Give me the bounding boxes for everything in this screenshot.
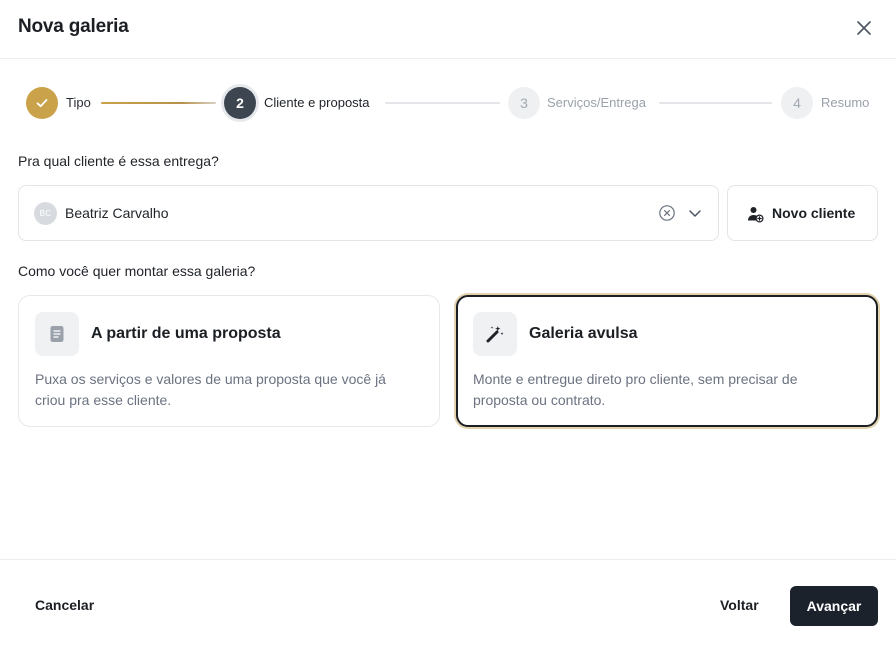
selected-client-name: Beatriz Carvalho — [65, 205, 169, 221]
magic-wand-icon — [486, 326, 504, 343]
new-client-label: Novo cliente — [772, 205, 856, 221]
next-button[interactable]: Avançar — [790, 586, 878, 626]
chevron-down-icon — [689, 210, 701, 217]
step-connector-3 — [659, 102, 772, 104]
avatar: BC — [34, 202, 57, 225]
step-connector-2 — [385, 102, 500, 104]
clear-selection-button[interactable] — [658, 204, 676, 222]
step-2-label: Cliente e proposta — [264, 95, 370, 110]
stepper: Tipo 2 Cliente e proposta 3 Serviços/Ent… — [0, 86, 896, 120]
option-title: Galeria avulsa — [529, 325, 638, 342]
option-from-proposal[interactable]: A partir de uma proposta Puxa os serviço… — [18, 295, 440, 427]
modal-title: Nova galeria — [18, 16, 129, 37]
dropdown-toggle[interactable] — [687, 205, 703, 221]
step-4-indicator: 4 — [781, 87, 813, 119]
client-question: Pra qual cliente é essa entrega? — [18, 153, 219, 169]
back-button[interactable]: Voltar — [720, 597, 759, 613]
option-description: Monte e entregue direto pro cliente, sem… — [473, 371, 798, 408]
step-3-indicator: 3 — [508, 87, 540, 119]
close-button[interactable] — [852, 16, 876, 40]
option-standalone-gallery[interactable]: Galeria avulsa Monte e entregue direto p… — [456, 295, 878, 427]
client-select[interactable]: BC Beatriz Carvalho — [18, 185, 719, 241]
step-2-indicator: 2 — [224, 87, 256, 119]
modal-footer: Cancelar Voltar Avançar — [0, 559, 896, 664]
option-title: A partir de uma proposta — [91, 325, 281, 342]
step-4-label: Resumo — [821, 95, 870, 110]
standalone-icon-box — [473, 312, 517, 356]
close-icon — [857, 21, 871, 35]
step-connector-1 — [101, 102, 216, 104]
step-3-label: Serviços/Entrega — [547, 95, 646, 110]
new-gallery-modal: Nova galeria Tipo 2 Cliente e proposta 3… — [0, 0, 896, 664]
option-description: Puxa os serviços e valores de uma propos… — [35, 371, 386, 408]
user-plus-icon — [748, 207, 764, 223]
step-1-label: Tipo — [66, 95, 91, 110]
modal-header: Nova galeria — [0, 0, 896, 59]
cancel-button[interactable]: Cancelar — [35, 597, 94, 613]
proposal-icon-box — [35, 312, 79, 356]
step-1-indicator — [26, 87, 58, 119]
mode-question: Como você quer montar essa galeria? — [18, 263, 256, 279]
new-client-button[interactable]: Novo cliente — [727, 185, 878, 241]
check-icon — [36, 99, 48, 108]
clear-circle-icon — [659, 205, 675, 221]
document-icon — [50, 326, 64, 342]
